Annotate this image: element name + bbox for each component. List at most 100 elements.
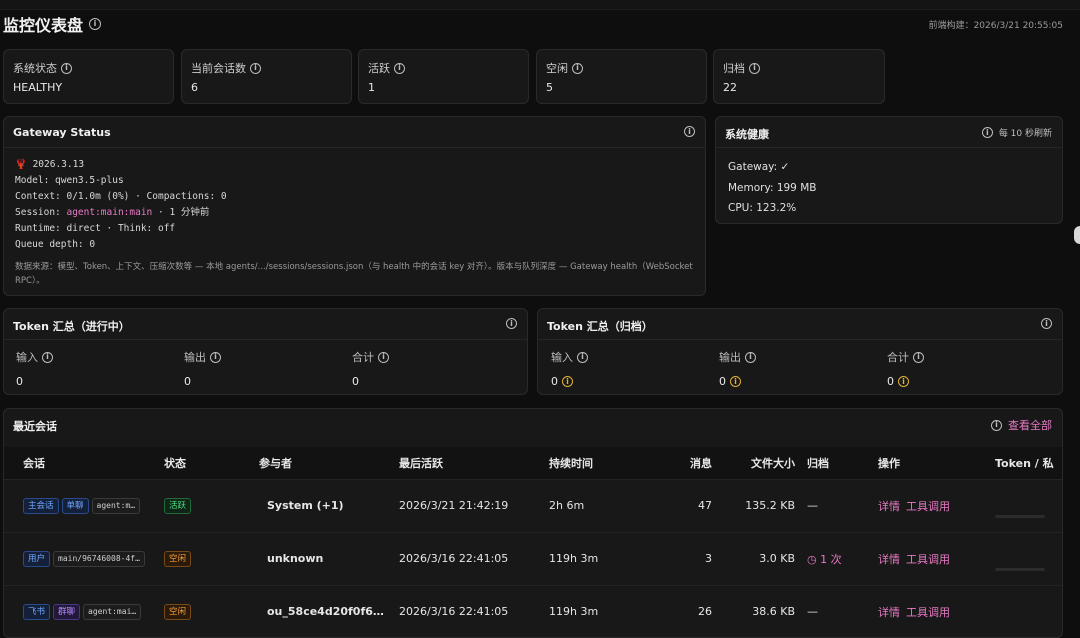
stat-value: 5 xyxy=(546,81,553,94)
archive-cell[interactable]: ◷ 1 次 xyxy=(795,531,865,585)
token-output: 输出 i 0i xyxy=(719,349,756,388)
info-icon[interactable]: i xyxy=(394,62,405,74)
column-header[interactable]: 状态 xyxy=(164,447,259,479)
status-badge: 空闲 xyxy=(164,550,192,567)
gateway-status-card: Gateway Status i 🦞 2026.3.13 Model: qwen… xyxy=(3,116,706,296)
divider xyxy=(4,147,705,148)
file-size: 3.0 KB xyxy=(712,531,795,585)
table-row[interactable]: 主会话 单聊 agent:m… 活跃 System (+1) 2026/3/21 2… xyxy=(4,478,1062,532)
info-icon[interactable]: i xyxy=(745,351,756,363)
column-header[interactable]: Token / 私 xyxy=(995,447,1062,479)
info-icon[interactable]: i xyxy=(981,127,993,138)
warning-icon[interactable]: i xyxy=(898,376,909,387)
token-value: 0 xyxy=(352,375,359,388)
session-tag: 用户 xyxy=(23,550,51,567)
token-label: 输入 xyxy=(16,351,38,364)
token-label: 合计 xyxy=(352,351,374,364)
token-value: 0 xyxy=(16,375,23,388)
column-header[interactable]: 会话 xyxy=(4,447,164,479)
column-header[interactable]: 文件大小 xyxy=(712,447,795,479)
duration: 2h 6m xyxy=(549,478,667,532)
stat-card-current-sessions: 当前会话数 i 6 xyxy=(181,49,352,104)
info-icon[interactable]: i xyxy=(250,62,261,74)
tool-calls-link[interactable]: 工具调用 xyxy=(906,606,950,619)
card-title: Token 汇总（进行中） xyxy=(13,320,130,333)
gateway-queue: Queue depth: 0 xyxy=(15,239,96,250)
stat-card-archived: 归档 i 22 xyxy=(713,49,885,104)
column-header[interactable]: 参与者 xyxy=(259,447,399,479)
session-id: agent:main:main xyxy=(66,207,153,218)
table-row[interactable]: 飞书 群聊 agent:mai… 空闲 ou_58ce4d20f0f6… 2026/… xyxy=(4,584,1062,637)
token-value: 0 xyxy=(719,375,726,388)
lobster-icon: 🦞 xyxy=(15,159,27,170)
column-header[interactable]: 最后活跃 xyxy=(399,447,549,479)
gateway-context: Context: 0/1.0m (0%) · Compactions: 0 xyxy=(15,191,227,202)
column-header[interactable]: 操作 xyxy=(865,447,995,479)
view-all-link[interactable]: 查看全部 xyxy=(1008,417,1052,433)
info-icon[interactable]: i xyxy=(42,351,53,363)
info-icon[interactable]: i xyxy=(378,351,389,363)
message-count: 3 xyxy=(667,531,712,585)
floating-handle[interactable] xyxy=(1074,226,1080,244)
session-suffix: · 1 分钟前 xyxy=(152,207,210,218)
tool-calls-link[interactable]: 工具调用 xyxy=(906,553,950,566)
stat-card-system-status: 系统状态 i HEALTHY xyxy=(3,49,174,104)
system-health-card: 系统健康 i 每 10 秒刷新 Gateway: ✓ Memory: 199 MB… xyxy=(715,116,1063,224)
health-cpu: CPU: 123.2% xyxy=(728,202,797,214)
info-icon[interactable]: i xyxy=(210,351,221,363)
last-active: 2026/3/16 22:41:05 xyxy=(399,531,549,585)
detail-link[interactable]: 详情 xyxy=(878,606,900,619)
warning-icon[interactable]: i xyxy=(730,376,741,387)
column-header[interactable]: 归档 xyxy=(795,447,865,479)
stat-label: 当前会话数 xyxy=(191,62,246,75)
info-icon[interactable]: i xyxy=(749,62,760,74)
session-prefix: Session: xyxy=(15,207,67,218)
divider xyxy=(4,339,527,340)
archive-count: — xyxy=(795,584,865,637)
card-title: Token 汇总（归档） xyxy=(547,320,653,333)
info-icon[interactable]: i xyxy=(61,62,72,74)
token-input: 输入 i 0i xyxy=(551,349,588,388)
gateway-version: 2026.3.13 xyxy=(32,159,85,170)
info-icon[interactable]: i xyxy=(506,318,517,329)
detail-link[interactable]: 详情 xyxy=(878,500,900,513)
session-tag: 飞书 xyxy=(23,603,51,620)
info-icon[interactable]: i xyxy=(577,351,588,363)
info-icon[interactable]: i xyxy=(684,126,695,137)
file-size: 38.6 KB xyxy=(712,584,795,637)
token-bar xyxy=(995,515,1045,518)
warning-icon[interactable]: i xyxy=(562,376,573,387)
clock-icon: ◷ xyxy=(807,552,817,566)
archive-count: 1 次 xyxy=(820,552,842,566)
token-label: 输出 xyxy=(719,351,741,364)
token-value: 0 xyxy=(887,375,894,388)
token-label: 输出 xyxy=(184,351,206,364)
health-memory: Memory: 199 MB xyxy=(728,181,817,194)
info-icon[interactable]: i xyxy=(1041,318,1052,329)
detail-link[interactable]: 详情 xyxy=(878,553,900,566)
top-bar xyxy=(0,0,1080,10)
gateway-runtime: Runtime: direct · Think: off xyxy=(15,223,176,234)
info-icon[interactable]: i xyxy=(572,62,583,74)
recent-sessions-card: 最近会话 i 查看全部 会话 状态 参与者 最后活跃 持续时间 消息 文件大小 归… xyxy=(3,408,1063,638)
table-row[interactable]: 用户 main/96746008-4f… 空闲 unknown 2026/3/16… xyxy=(4,531,1062,585)
participant: ou_58ce4d20f0f6… xyxy=(259,584,399,637)
tool-calls-link[interactable]: 工具调用 xyxy=(906,500,950,513)
column-header[interactable]: 持续时间 xyxy=(549,447,667,479)
session-key: agent:mai… xyxy=(83,603,142,620)
session-key: agent:m… xyxy=(91,497,141,514)
token-label: 合计 xyxy=(887,351,909,364)
participant: unknown xyxy=(259,531,399,585)
info-icon[interactable]: i xyxy=(991,419,1002,431)
stat-card-idle: 空闲 i 5 xyxy=(536,49,707,104)
token-value: 0 xyxy=(551,375,558,388)
data-source-note: 数据来源：模型、Token、上下文、压缩次数等 — 本地 agents/.../… xyxy=(15,262,693,286)
info-icon[interactable]: i xyxy=(913,351,924,363)
token-summary-active-card: Token 汇总（进行中） i 输入 i 0 输出 i 0 合计 i 0 xyxy=(3,308,528,395)
session-tag: 群聊 xyxy=(53,603,81,620)
info-icon[interactable]: i xyxy=(89,18,102,30)
stat-card-active: 活跃 i 1 xyxy=(358,49,529,104)
last-active: 2026/3/16 22:41:05 xyxy=(399,584,549,637)
stat-label: 活跃 xyxy=(368,62,390,75)
column-header[interactable]: 消息 xyxy=(667,447,712,479)
